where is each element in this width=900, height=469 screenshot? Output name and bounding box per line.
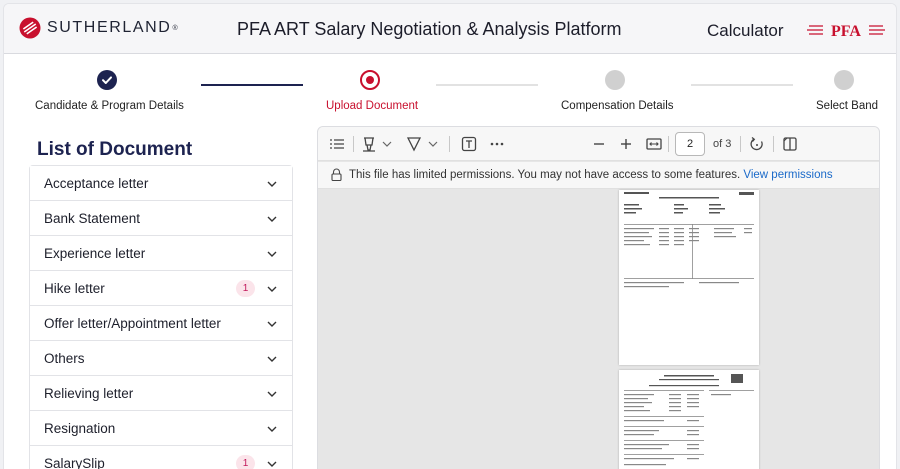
chevron-down-icon[interactable] <box>266 458 278 469</box>
document-item[interactable]: Resignation <box>30 411 292 446</box>
document-item[interactable]: Bank Statement <box>30 201 292 236</box>
document-item-label: Bank Statement <box>44 210 141 226</box>
permission-message: This file has limited permissions. You m… <box>349 169 741 181</box>
trademark-symbol: ® <box>172 24 178 32</box>
toolbar-divider <box>773 136 774 152</box>
document-item[interactable]: Experience letter <box>30 236 292 271</box>
document-item-label: Hike letter <box>44 280 105 296</box>
more-options-icon[interactable] <box>488 135 506 153</box>
chevron-down-icon[interactable] <box>266 213 278 225</box>
step-connector-pending <box>691 84 793 86</box>
chevron-down-icon[interactable] <box>266 283 278 295</box>
document-accordion: Acceptance letter Bank Statement Experienc… <box>29 165 293 469</box>
pdf-page-2 <box>619 190 759 365</box>
zoom-in-icon[interactable] <box>617 135 635 153</box>
permission-notice: This file has limited permissions. You m… <box>318 162 879 189</box>
document-item[interactable]: Others <box>30 341 292 376</box>
document-item-label: SalarySlip <box>44 456 105 469</box>
pdf-page-3 <box>619 370 759 469</box>
chevron-down-icon[interactable] <box>266 248 278 260</box>
step-completed-icon <box>97 70 117 90</box>
text-box-icon[interactable] <box>460 135 478 153</box>
chevron-down-icon[interactable] <box>266 178 278 190</box>
step-label-upload: Upload Document <box>326 100 419 112</box>
document-count-badge: 1 <box>236 280 255 297</box>
document-item-label: Resignation <box>44 420 116 436</box>
document-count-badge: 1 <box>236 455 255 469</box>
chevron-down-icon[interactable] <box>266 353 278 365</box>
calculator-button[interactable]: Calculator <box>707 21 784 41</box>
fit-width-icon[interactable] <box>645 135 663 153</box>
pdf-toolbar: 2 of 3 <box>318 127 879 161</box>
step-pending-icon <box>834 70 854 90</box>
view-permissions-link[interactable]: View permissions <box>743 169 832 181</box>
app-window: SUTHERLAND ® PFA ART Salary Negotiation … <box>3 3 897 469</box>
toolbar-divider <box>353 136 354 152</box>
document-item[interactable]: Offer letter/Appointment letter <box>30 306 292 341</box>
step-active-icon <box>360 70 380 90</box>
pfa-logo: PFA <box>807 23 885 40</box>
lock-icon <box>331 168 342 181</box>
page-total: of 3 <box>713 138 732 150</box>
sutherland-logo: SUTHERLAND ® <box>19 17 178 39</box>
toolbar-divider <box>740 136 741 152</box>
rotate-icon[interactable] <box>748 135 766 153</box>
document-item-label: Relieving letter <box>44 385 134 401</box>
document-item-label: Experience letter <box>44 245 146 261</box>
contents-list-icon[interactable] <box>328 135 346 153</box>
page-number-input[interactable]: 2 <box>675 132 705 156</box>
document-item-label: Acceptance letter <box>44 175 149 191</box>
zoom-out-icon[interactable] <box>590 135 608 153</box>
document-item-label: Offer letter/Appointment letter <box>44 315 221 331</box>
step-label-band: Select Band <box>816 100 879 112</box>
sutherland-logo-icon <box>19 17 41 39</box>
chevron-down-icon[interactable] <box>266 318 278 330</box>
toolbar-divider <box>449 136 450 152</box>
document-list-title: List of Document <box>37 139 193 160</box>
step-label-candidate: Candidate & Program Details <box>35 100 184 112</box>
chevron-down-icon[interactable] <box>266 388 278 400</box>
highlight-chevron-down-icon[interactable] <box>381 135 393 153</box>
document-item[interactable]: Hike letter 1 <box>30 271 292 306</box>
highlight-icon[interactable] <box>360 135 378 153</box>
brand-name: SUTHERLAND <box>47 19 172 36</box>
draw-chevron-down-icon[interactable] <box>427 135 439 153</box>
pdf-viewer: 2 of 3 This file has limited permissions… <box>317 126 880 469</box>
document-item[interactable]: SalarySlip 1 <box>30 446 292 469</box>
pfa-logo-text: PFA <box>831 23 861 40</box>
document-item[interactable]: Acceptance letter <box>30 166 292 201</box>
app-header: SUTHERLAND ® PFA ART Salary Negotiation … <box>4 4 896 54</box>
permission-text: This file has limited permissions. You m… <box>349 169 833 181</box>
step-pending-icon <box>605 70 625 90</box>
step-connector-pending <box>436 84 538 86</box>
toolbar-divider <box>668 136 669 152</box>
document-item[interactable]: Relieving letter <box>30 376 292 411</box>
step-label-compensation: Compensation Details <box>561 100 674 112</box>
chevron-down-icon[interactable] <box>266 423 278 435</box>
draw-icon[interactable] <box>405 135 423 153</box>
step-connector-done <box>201 84 303 86</box>
page-view-icon[interactable] <box>781 135 799 153</box>
document-item-label: Others <box>44 350 85 366</box>
page-title: PFA ART Salary Negotiation & Analysis Pl… <box>237 19 622 39</box>
progress-stepper: Candidate & Program Details Upload Docum… <box>4 56 896 122</box>
